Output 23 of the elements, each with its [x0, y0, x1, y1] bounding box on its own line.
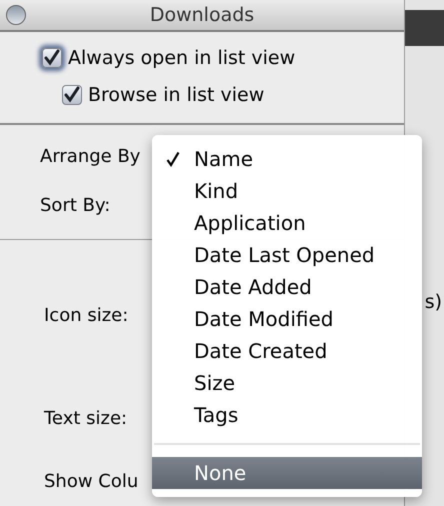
menu-item[interactable]: None [152, 457, 422, 489]
checkbox-label: Browse in list view [88, 82, 264, 108]
show-columns-label: Show Colu [44, 470, 138, 494]
checkbox[interactable] [62, 84, 82, 105]
checkbox[interactable] [42, 48, 62, 68]
menu-item[interactable]: Date Created [152, 335, 422, 367]
menu-item[interactable]: Date Added [152, 271, 422, 303]
arrange-by-label: Arrange By [40, 145, 140, 169]
menu-item[interactable]: Date Last Opened [152, 239, 422, 271]
menu-item[interactable]: Date Modified [152, 303, 422, 335]
text-size-label: Text size: [44, 407, 128, 431]
menu-item[interactable]: Tags [152, 399, 422, 431]
checkbox-label: Always open in list view [68, 46, 296, 71]
close-button[interactable] [6, 5, 26, 25]
menu-item[interactable]: Name [152, 143, 422, 175]
menu-item[interactable]: Kind [152, 175, 422, 207]
window-title: Downloads [150, 2, 254, 28]
sort-by-label: Sort By: [40, 194, 110, 218]
icon-size-label: Icon size: [44, 304, 128, 328]
menu-item[interactable]: Size [152, 367, 422, 399]
toolbar-strip [405, 10, 444, 46]
background-text: s) [424, 290, 443, 315]
menu-item[interactable]: Application [152, 207, 422, 239]
